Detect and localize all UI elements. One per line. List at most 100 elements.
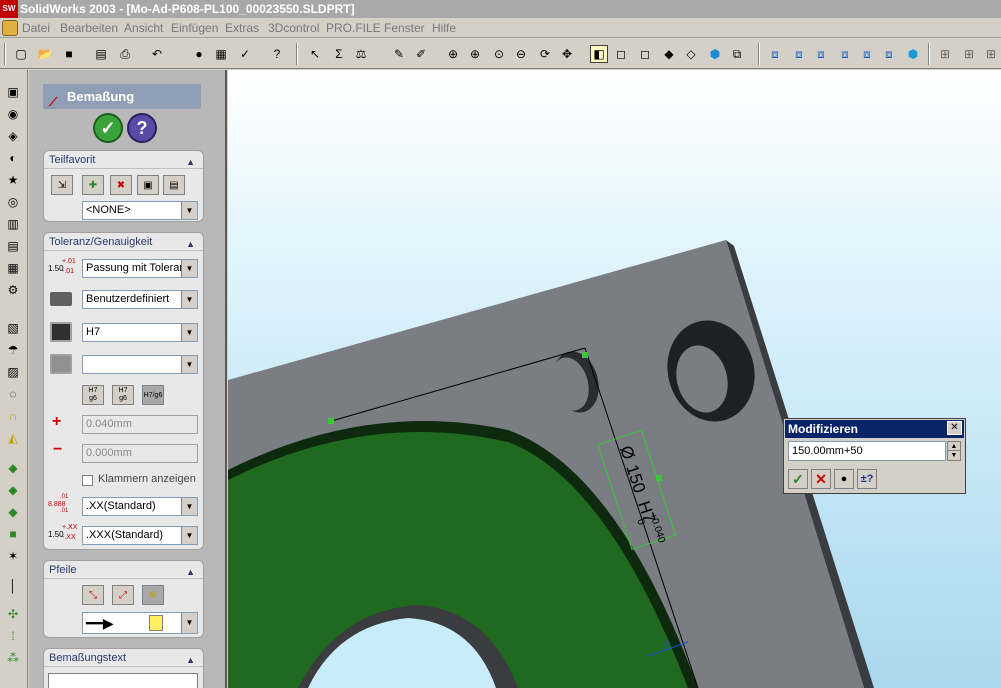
menu-3dcontrol[interactable]: 3Dcontrol: [268, 21, 319, 35]
chevron-down-icon[interactable]: ▼: [181, 527, 197, 544]
modify-value-input[interactable]: 150.00mm+50: [788, 441, 946, 461]
save-favorite-icon[interactable]: ▣: [137, 175, 159, 195]
collapse-icon[interactable]: ▲: [186, 153, 195, 171]
front-view-icon[interactable]: ⧈: [766, 45, 784, 63]
favorite-select[interactable]: <NONE> ▼: [82, 201, 198, 220]
dimension-handle[interactable]: [328, 418, 334, 424]
arrows-inside-icon[interactable]: ⤢: [112, 585, 134, 605]
line-icon[interactable]: │: [4, 578, 22, 594]
fit-slash-button[interactable]: H7/g6: [142, 385, 164, 405]
isometric-view-icon[interactable]: ⬢: [904, 45, 922, 63]
chevron-down-icon[interactable]: ▼: [181, 498, 197, 515]
chamfer-icon[interactable]: ★: [4, 172, 22, 188]
value-spinner[interactable]: ▲ ▼: [947, 441, 961, 461]
select-icon[interactable]: ↖: [306, 45, 324, 63]
chevron-down-icon[interactable]: ▼: [181, 202, 197, 219]
arrow-style-select[interactable]: ━━▶ ▼: [82, 612, 198, 634]
menu-extras[interactable]: Extras: [225, 21, 259, 35]
top-view-icon[interactable]: ⧈: [858, 45, 876, 63]
grid-points-icon[interactable]: ⁂: [4, 650, 22, 666]
plane-icon[interactable]: ◭: [4, 430, 22, 446]
menu-profile[interactable]: PRO.FILE: [326, 21, 381, 35]
draft-icon[interactable]: ▤: [4, 238, 22, 254]
delete-favorite-icon[interactable]: ✖: [110, 175, 132, 195]
collapse-icon[interactable]: ▲: [186, 235, 195, 253]
minus-tolerance-field[interactable]: 0.000mm: [82, 444, 198, 463]
rotate-icon[interactable]: ⟳: [536, 45, 554, 63]
accept-button[interactable]: ✓: [788, 469, 808, 489]
sketch-icon[interactable]: ✎: [390, 45, 408, 63]
undo-icon[interactable]: ↶: [148, 45, 166, 63]
sweep-icon[interactable]: ◈: [4, 128, 22, 144]
chevron-down-icon[interactable]: ▼: [181, 324, 197, 341]
mass-properties-icon[interactable]: ⚖: [352, 45, 370, 63]
zoom-fit-icon[interactable]: ⊕: [444, 45, 462, 63]
rib-icon[interactable]: ▥: [4, 216, 22, 232]
smart-dimension-icon[interactable]: ✐: [412, 45, 430, 63]
tolerance-precision-select[interactable]: .XXX(Standard) ▼: [82, 526, 198, 545]
zoom-area-icon[interactable]: ⊙: [490, 45, 508, 63]
menu-einfuegen[interactable]: Einfügen: [171, 21, 218, 35]
point-icon[interactable]: ✣: [4, 606, 22, 622]
shell-icon[interactable]: ◎: [4, 194, 22, 210]
show-brackets-checkbox[interactable]: [82, 475, 93, 486]
menu-hilfe[interactable]: Hilfe: [432, 21, 456, 35]
shaft-fit-select[interactable]: ▼: [82, 355, 198, 374]
arrows-outside-icon[interactable]: ⤡: [82, 585, 104, 605]
print-preview-icon[interactable]: ▤: [92, 45, 110, 63]
rebuild-icon[interactable]: ●: [190, 45, 208, 63]
perspective-icon[interactable]: ◇: [682, 45, 700, 63]
dimension-text-group-header[interactable]: Bemaßungstext ▲: [44, 649, 203, 667]
collapse-icon[interactable]: ▲: [186, 651, 195, 669]
chevron-down-icon[interactable]: ▼: [181, 613, 197, 633]
back-view-icon[interactable]: ⧈: [790, 45, 808, 63]
split-icon[interactable]: ◌: [4, 386, 22, 402]
dimension-handle[interactable]: [656, 475, 662, 481]
options-icon[interactable]: ▦: [212, 45, 230, 63]
equations-icon[interactable]: Σ: [330, 45, 348, 63]
surface-sweep-icon[interactable]: ◆: [4, 504, 22, 520]
save-icon[interactable]: ■: [60, 45, 78, 63]
dimension-text-box[interactable]: [48, 673, 198, 688]
bottom-view-icon[interactable]: ⧈: [880, 45, 898, 63]
hole-icon[interactable]: ▦: [4, 260, 22, 276]
plus-tolerance-field[interactable]: 0.040mm: [82, 415, 198, 434]
graphics-viewport[interactable]: 6 Ø 150 H7 +0.040 0: [228, 70, 1001, 688]
collapse-icon[interactable]: ▲: [186, 563, 195, 581]
extrude-icon[interactable]: ▣: [4, 84, 22, 100]
section-view-icon[interactable]: ◆: [660, 45, 678, 63]
scale-icon[interactable]: ▨: [4, 364, 22, 380]
surface-extrude-icon[interactable]: ◆: [4, 460, 22, 476]
wireframe-icon[interactable]: ◻: [612, 45, 630, 63]
menu-fenster[interactable]: Fenster: [384, 21, 425, 35]
view-orientation-icon[interactable]: ⧉: [728, 45, 746, 63]
menu-ansicht[interactable]: Ansicht: [124, 21, 163, 35]
zoom-in-icon[interactable]: ⊕: [466, 45, 484, 63]
ok-button[interactable]: ✓: [93, 113, 123, 143]
surface-loft-icon[interactable]: ■: [4, 526, 22, 542]
chevron-down-icon[interactable]: ▼: [181, 291, 197, 308]
layer-icon[interactable]: ⊞: [982, 45, 1000, 63]
pattern-icon[interactable]: ⚙: [4, 282, 22, 298]
hidden-lines-icon[interactable]: ◻: [636, 45, 654, 63]
left-view-icon[interactable]: ⧈: [812, 45, 830, 63]
tolerance-button[interactable]: ±?: [857, 469, 877, 489]
right-view-icon[interactable]: ⧈: [836, 45, 854, 63]
new-file-icon[interactable]: ▢: [12, 45, 30, 63]
tolerance-group-header[interactable]: Toleranz/Genauigkeit ▲: [44, 233, 203, 251]
favorites-group-header[interactable]: Teilfavorit ▲: [44, 151, 203, 169]
grid-icon[interactable]: ⊞: [960, 45, 978, 63]
chevron-down-icon[interactable]: ▼: [181, 260, 197, 277]
snap-icon[interactable]: ⊞: [936, 45, 954, 63]
revolve-icon[interactable]: ◉: [4, 106, 22, 122]
close-icon[interactable]: ✕: [947, 421, 962, 435]
rebuild-button[interactable]: ●: [834, 469, 854, 489]
pan-icon[interactable]: ✥: [558, 45, 576, 63]
array-icon[interactable]: ⁞: [4, 628, 22, 644]
document-menu-icon[interactable]: [2, 20, 18, 36]
fit-stacked-button[interactable]: H7 g6: [82, 385, 104, 405]
dimension-handle[interactable]: [582, 352, 588, 358]
open-file-icon[interactable]: 📂: [36, 45, 54, 63]
apply-favorite-icon[interactable]: ⇲: [51, 175, 73, 195]
dome-icon[interactable]: ☂: [4, 342, 22, 358]
